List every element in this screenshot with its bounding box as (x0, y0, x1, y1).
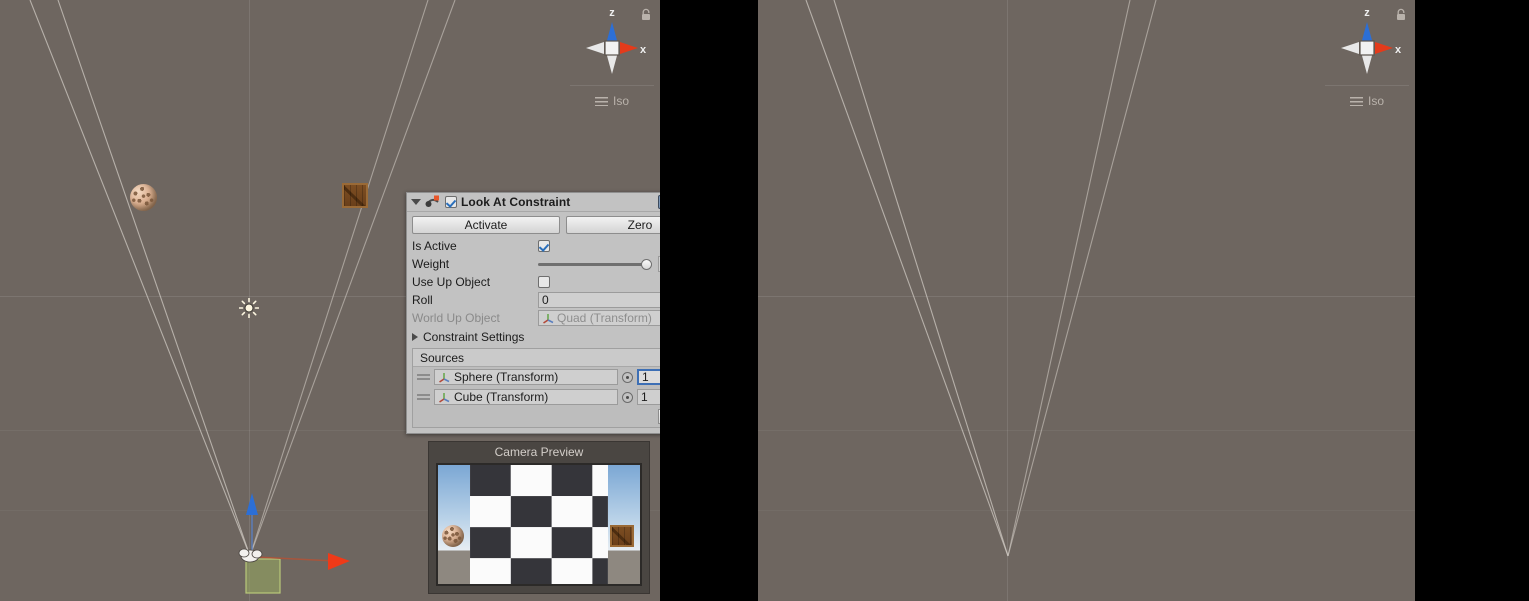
projection-label: Iso (1368, 94, 1384, 108)
slider-handle[interactable] (641, 259, 652, 270)
hamburger-icon[interactable] (1350, 97, 1363, 106)
camera-preview-body (436, 463, 642, 586)
transform-axis-icon (438, 391, 451, 403)
axis-cone-x (620, 42, 638, 54)
hamburger-icon[interactable] (595, 97, 608, 106)
is-active-checkbox[interactable] (538, 240, 550, 252)
slider-track (538, 263, 652, 266)
object-picker-icon[interactable] (622, 372, 633, 383)
light-gizmo-icon[interactable] (239, 298, 259, 318)
axis-label-z: z (609, 7, 615, 19)
grid-line (758, 510, 1415, 511)
camera-preview-title: Camera Preview (429, 442, 649, 463)
axis-label-z: z (1364, 7, 1370, 19)
source-row[interactable]: Sphere (Transform) 1 (413, 367, 660, 387)
inspector-title: Look At Constraint (461, 195, 570, 209)
camera-object-gizmo[interactable] (230, 475, 430, 601)
sources-footer: + − (413, 407, 660, 427)
source-object-name: Cube (Transform) (454, 390, 548, 404)
world-up-object-field[interactable]: Quad (Transform) (538, 310, 660, 326)
axis-cone-x (1375, 42, 1393, 54)
foldout-triangle-icon[interactable] (412, 333, 418, 341)
weight-slider[interactable] (538, 256, 652, 272)
field-use-up-object: Use Up Object (412, 273, 660, 291)
grid-line (758, 430, 1415, 431)
source-weight-field[interactable]: 1 (637, 389, 660, 405)
add-source-button[interactable]: + (658, 409, 660, 424)
lock-icon[interactable] (640, 8, 652, 21)
axis-label-x: x (1395, 44, 1402, 56)
world-up-object-value: Quad (Transform) (557, 311, 652, 325)
preview-cube (610, 525, 634, 547)
look-at-constraint-inspector-left[interactable]: Look At Constraint ? (406, 192, 660, 434)
camera-preview-left: Camera Preview (428, 441, 650, 594)
transform-axis-icon (438, 371, 451, 383)
preview-sphere (442, 525, 464, 547)
axis-center-cube (1360, 41, 1374, 55)
field-label: Roll (412, 293, 538, 307)
constraint-component-icon (425, 195, 441, 209)
constraint-settings-foldout[interactable]: Constraint Settings (412, 328, 660, 346)
field-weight: Weight 1 (412, 255, 660, 273)
gizmo-separator (570, 85, 654, 86)
activate-button[interactable]: Activate (412, 216, 560, 234)
sphere-object-icon[interactable] (130, 184, 157, 211)
axis-cone-neg-x (1341, 42, 1359, 54)
source-object-name: Sphere (Transform) (454, 370, 558, 384)
source-row[interactable]: Cube (Transform) 1 (413, 387, 660, 407)
source-weight-field[interactable]: 1 (637, 369, 660, 385)
action-button-row: Activate Zero (412, 216, 660, 234)
drag-handle-icon[interactable] (417, 393, 430, 401)
unity-editor-screenshot: z x Iso Camera Preview (0, 0, 1529, 601)
inspector-header[interactable]: Look At Constraint ? (407, 193, 660, 212)
zero-button[interactable]: Zero (566, 216, 660, 234)
help-icon[interactable]: ? (658, 195, 660, 209)
transform-axis-icon (542, 312, 555, 324)
drag-handle-icon[interactable] (417, 373, 430, 381)
roll-input[interactable]: 0 (538, 292, 660, 308)
use-up-object-checkbox[interactable] (538, 276, 550, 288)
sources-header: Sources (413, 349, 660, 367)
inspector-body: Activate Zero Is Active Weight 1 (407, 212, 660, 433)
scene-view-left[interactable]: z x Iso Camera Preview (0, 0, 660, 601)
lock-icon[interactable] (1395, 8, 1407, 21)
source-object-field[interactable]: Cube (Transform) (434, 389, 618, 405)
field-world-up-object: World Up Object Quad (Transform) (412, 309, 660, 327)
scene-view-right[interactable]: z x Iso Camera Preview (758, 0, 1415, 601)
axis-cone-neg-x (586, 42, 604, 54)
field-label: World Up Object (412, 311, 538, 325)
projection-mode[interactable]: Iso (1319, 94, 1415, 108)
component-enabled-checkbox[interactable] (445, 196, 457, 208)
scene-orientation-gizmo-right[interactable]: z x Iso (1319, 0, 1415, 112)
header-icon-group[interactable]: ? (658, 195, 660, 209)
source-object-field[interactable]: Sphere (Transform) (434, 369, 618, 385)
field-label: Weight (412, 257, 538, 271)
scene-orientation-gizmo-left[interactable]: z x Iso (564, 0, 660, 112)
field-roll: Roll 0 (412, 291, 660, 309)
constraint-settings-label: Constraint Settings (423, 330, 524, 344)
projection-label: Iso (613, 94, 629, 108)
cube-object-icon[interactable] (342, 183, 368, 208)
sources-list: Sources Sphere (Transform) 1 (412, 348, 660, 428)
object-picker-icon[interactable] (622, 392, 633, 403)
field-is-active: Is Active (412, 237, 660, 255)
projection-mode[interactable]: Iso (564, 94, 660, 108)
grid-horizon-line (758, 296, 1415, 297)
weight-slider-wrap[interactable]: 1 (538, 256, 660, 272)
foldout-triangle-icon[interactable] (411, 199, 421, 205)
axis-label-x: x (640, 44, 647, 56)
field-label: Use Up Object (412, 275, 538, 289)
gizmo-separator (1325, 85, 1409, 86)
weight-value-field[interactable]: 1 (658, 256, 660, 272)
field-label: Is Active (412, 239, 538, 253)
axis-center-cube (605, 41, 619, 55)
